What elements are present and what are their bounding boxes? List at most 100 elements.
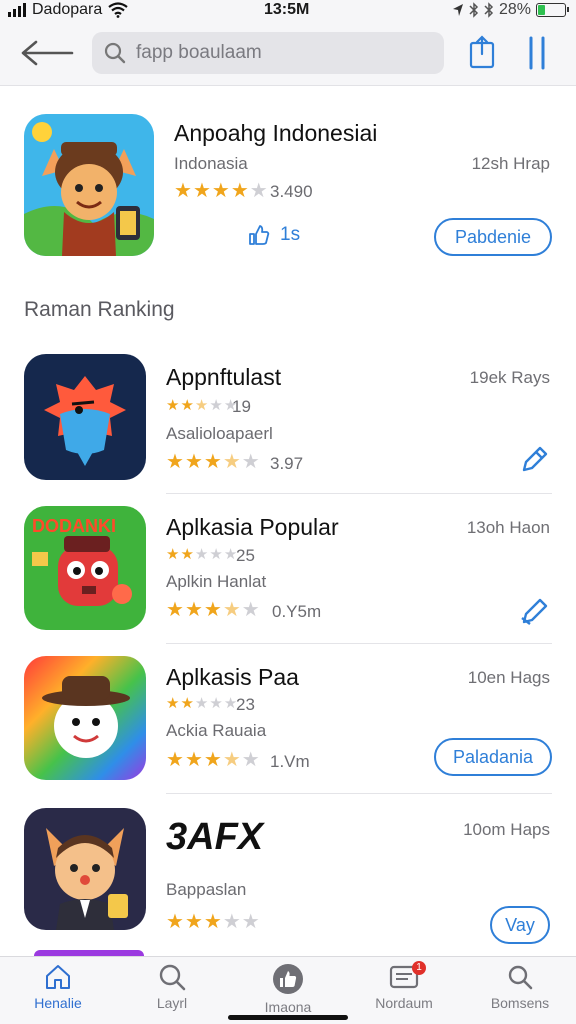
app-icon[interactable]: DODANKI: [24, 506, 146, 630]
star-icon: ★: [194, 397, 209, 414]
tab-search[interactable]: Layrl: [122, 963, 222, 1019]
featured-app-meta: 12sh Hrap: [471, 154, 550, 173]
app-title[interactable]: Aplkasis Paa: [166, 664, 299, 691]
star-icon: ★: [184, 599, 203, 621]
star-icon: ★: [241, 911, 260, 933]
thumbs-up-icon: [273, 964, 303, 994]
star-icon: ★: [192, 180, 211, 202]
tab-bar: Henalie Layrl Imaona 1 Nordaum Bomsens: [0, 956, 576, 1024]
star-icon: ★: [180, 546, 194, 563]
featured-app-rating: 3.490: [270, 182, 313, 201]
location-arrow-icon: [452, 4, 463, 16]
ranking-row[interactable]: Appnftulast 19ek Rays ★ ★ ★ ★ ★ 19 Asalioloa…: [0, 344, 576, 494]
star-icon: ★: [203, 599, 222, 621]
app-rating: 1.Vm: [270, 752, 310, 771]
star-icon: ★: [184, 451, 203, 473]
get-button[interactable]: Vay: [490, 906, 550, 944]
tab-label: Nordaum: [375, 995, 433, 1011]
app-subtitle: Aplkin Hanlat: [166, 572, 267, 591]
search-bar[interactable]: [92, 32, 444, 74]
share-icon[interactable]: [467, 34, 497, 70]
app-icon-text: DODANKI: [32, 516, 116, 536]
app-small-rating: 23: [236, 695, 255, 714]
get-button[interactable]: Paladania: [434, 738, 552, 776]
like-button[interactable]: 1s: [248, 224, 300, 246]
status-left: Dadopara: [8, 1, 128, 19]
app-icon[interactable]: [24, 808, 146, 930]
status-right: 28%: [452, 1, 569, 19]
ranking-row[interactable]: DODANKI Aplkasia Popular 13oh Haon ★ ★ ★ ★ ★…: [0, 494, 576, 644]
app-title[interactable]: 3AFX: [166, 816, 263, 859]
app-stars: ★ ★ ★ ★ ★: [166, 750, 260, 770]
featured-app-card[interactable]: Anpoahg Indonesiai Indonasia 12sh Hrap ★…: [0, 112, 576, 262]
star-icon: ★: [222, 451, 241, 473]
star-icon: ★: [194, 695, 209, 712]
star-icon: ★: [166, 397, 180, 414]
search-icon: [508, 965, 533, 990]
star-icon: ★: [166, 546, 180, 563]
star-icon: ★: [203, 911, 222, 933]
battery-percent: 28%: [498, 1, 531, 18]
app-stars: ★ ★ ★ ★ ★: [166, 912, 260, 932]
app-stars: ★ ★ ★ ★ ★: [166, 600, 260, 620]
sort-icon[interactable]: [522, 36, 552, 70]
back-arrow-icon[interactable]: [18, 38, 74, 68]
featured-app-title[interactable]: Anpoahg Indonesiai: [174, 120, 377, 147]
carrier-name: Dadopara: [32, 1, 103, 18]
notification-badge: 1: [412, 961, 426, 975]
like-count: 1s: [280, 224, 301, 245]
star-icon: ★: [222, 911, 241, 933]
home-indicator: [228, 1015, 348, 1020]
search-icon: [159, 964, 186, 991]
app-meta: 10om Haps: [463, 820, 550, 839]
status-time: 13:5M: [264, 1, 310, 18]
star-icon: ★: [166, 695, 180, 712]
star-icon: ★: [166, 911, 184, 933]
star-icon: ★: [166, 451, 184, 473]
star-icon: ★: [166, 599, 184, 621]
tab-label: Henalie: [34, 995, 82, 1011]
app-small-stars: ★ ★ ★ ★ ★: [166, 398, 237, 414]
star-icon: ★: [241, 599, 260, 621]
featured-app-icon[interactable]: [24, 114, 154, 256]
featured-app-stars: ★ ★ ★ ★ ★: [174, 181, 268, 201]
star-icon: ★: [230, 180, 249, 202]
tab-featured[interactable]: Imaona: [238, 963, 338, 1019]
search-input[interactable]: [136, 42, 436, 64]
ranking-row[interactable]: Aplkasis Paa 10en Hags ★ ★ ★ ★ ★ 23 Ackia Ra…: [0, 644, 576, 794]
search-icon: [104, 42, 126, 64]
section-title: Raman Ranking: [24, 298, 175, 321]
app-title[interactable]: Aplkasia Popular: [166, 514, 339, 541]
thumbs-up-icon: [249, 225, 270, 245]
featured-get-button[interactable]: Pabdenie: [434, 218, 552, 256]
app-meta: 13oh Haon: [466, 518, 550, 537]
app-subtitle: Ackia Rauaia: [166, 721, 267, 740]
tab-label: Imaona: [264, 999, 312, 1015]
star-icon: ★: [194, 546, 209, 563]
app-subtitle: Bappaslan: [166, 880, 247, 899]
bluetooth-icon: [469, 2, 479, 18]
star-icon: ★: [184, 749, 203, 771]
app-rating: 0.Y5m: [272, 602, 322, 621]
app-meta: 19ek Rays: [469, 368, 550, 387]
tab-notifications[interactable]: 1 Nordaum: [354, 961, 454, 1019]
star-icon: ★: [180, 695, 194, 712]
star-icon: ★: [222, 599, 241, 621]
pencil-icon[interactable]: [520, 596, 550, 626]
app-title[interactable]: Appnftulast: [166, 364, 281, 391]
pencil-icon[interactable]: [520, 444, 550, 474]
tab-home[interactable]: Henalie: [8, 963, 108, 1019]
star-icon: ★: [174, 180, 192, 202]
star-icon: ★: [222, 749, 241, 771]
app-small-rating: 25: [236, 546, 255, 565]
tab-browse[interactable]: Bomsens: [470, 963, 570, 1019]
ranking-row[interactable]: 3AFX 10om Haps Bappaslan ★ ★ ★ ★ ★ Vay: [0, 796, 576, 946]
app-small-stars: ★ ★ ★ ★ ★: [166, 547, 237, 563]
featured-app-subtitle: Indonasia: [174, 154, 248, 173]
row-divider: [166, 793, 552, 794]
app-icon[interactable]: [24, 354, 146, 480]
app-small-rating: 19: [232, 397, 251, 416]
app-icon[interactable]: [24, 656, 146, 780]
battery-icon: [536, 3, 569, 17]
app-subtitle: Asalioloapaerl: [166, 424, 273, 443]
